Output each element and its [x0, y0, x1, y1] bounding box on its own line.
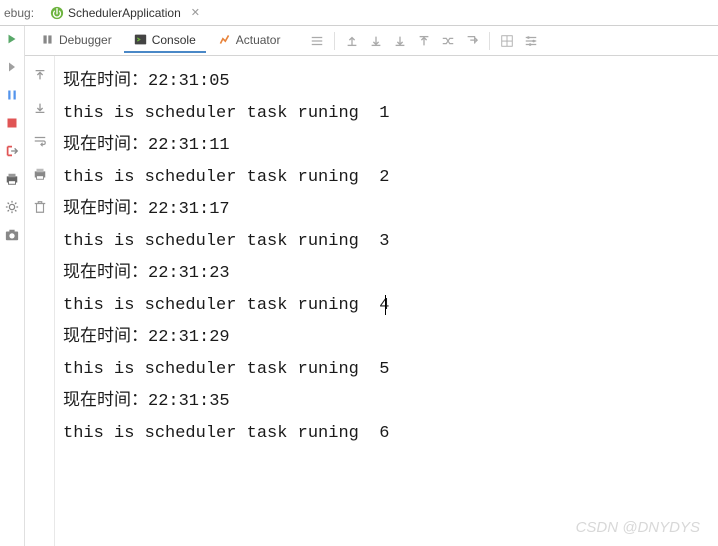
separator: [489, 32, 490, 50]
run-config-title: SchedulerApplication: [68, 6, 181, 20]
console-output[interactable]: 现在时间：22:31:05this is scheduler task runi…: [55, 56, 718, 546]
console-line: 现在时间：22:31:05: [63, 66, 710, 98]
console-line: 现在时间：22:31:17: [63, 194, 710, 226]
console-line: 现在时间：22:31:23: [63, 258, 710, 290]
console-area: 现在时间：22:31:05this is scheduler task runi…: [25, 56, 718, 546]
console-icon: [134, 33, 147, 46]
tab-console[interactable]: Console: [124, 29, 206, 53]
play-icon[interactable]: [5, 60, 19, 74]
print-icon[interactable]: [5, 172, 19, 186]
console-line: this is scheduler task runing 5: [63, 354, 710, 386]
console-label: Console: [152, 33, 196, 47]
down-icon[interactable]: [369, 34, 383, 48]
print2-icon[interactable]: [31, 165, 49, 183]
pause-icon[interactable]: [5, 88, 19, 102]
down2-icon[interactable]: [393, 34, 407, 48]
sliders-icon[interactable]: [524, 34, 538, 48]
run-config-tab[interactable]: SchedulerApplication ✕: [42, 4, 209, 22]
console-line: 现在时间：22:31:11: [63, 130, 710, 162]
left-tool-gutter: [0, 26, 25, 546]
scroll-down-icon[interactable]: [31, 99, 49, 117]
console-line: this is scheduler task runing 4: [63, 290, 710, 322]
debugger-label: Debugger: [59, 33, 112, 47]
tab-debugger[interactable]: Debugger: [31, 29, 122, 53]
debugger-icon: [41, 33, 54, 46]
console-line: 现在时间：22:31:35: [63, 386, 710, 418]
rerun-icon[interactable]: [5, 32, 19, 46]
scroll-up-icon[interactable]: [31, 66, 49, 84]
console-line: 现在时间：22:31:29: [63, 322, 710, 354]
console-line: this is scheduler task runing 2: [63, 162, 710, 194]
export-icon[interactable]: [465, 34, 479, 48]
up-stack-icon[interactable]: [345, 34, 359, 48]
actuator-label: Actuator: [236, 33, 281, 47]
console-side-gutter: [25, 56, 55, 546]
console-toolbar: [310, 32, 538, 50]
grid-icon[interactable]: [500, 34, 514, 48]
wrap-icon[interactable]: [31, 132, 49, 150]
up2-icon[interactable]: [417, 34, 431, 48]
text-cursor: [385, 295, 386, 315]
top-bar: ebug: SchedulerApplication ✕: [0, 0, 718, 26]
camera-icon[interactable]: [5, 228, 19, 242]
stop-icon[interactable]: [5, 116, 19, 130]
close-tab-icon[interactable]: ✕: [191, 6, 200, 19]
debug-subtabs: Debugger Console Actuator: [25, 26, 718, 56]
exit-icon[interactable]: [5, 144, 19, 158]
actuator-icon: [218, 33, 231, 46]
console-line: this is scheduler task runing 1: [63, 98, 710, 130]
content-panel: Debugger Console Actuator: [25, 26, 718, 546]
tab-actuator[interactable]: Actuator: [208, 29, 291, 53]
main-area: Debugger Console Actuator: [0, 26, 718, 546]
console-line: this is scheduler task runing 3: [63, 226, 710, 258]
settings-icon[interactable]: [5, 200, 19, 214]
shuffle-icon[interactable]: [441, 34, 455, 48]
console-line: this is scheduler task runing 6: [63, 418, 710, 450]
lines-icon[interactable]: [310, 34, 324, 48]
springboot-icon: [50, 6, 64, 20]
separator: [334, 32, 335, 50]
clear-icon[interactable]: [31, 198, 49, 216]
debug-label: ebug:: [2, 6, 42, 20]
